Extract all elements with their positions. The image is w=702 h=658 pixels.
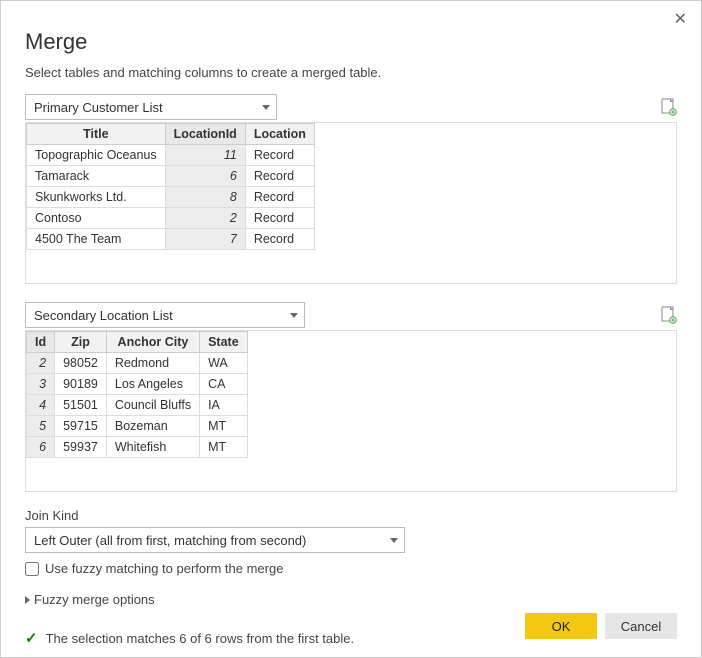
primary-table: Title LocationId Location Topographic Oc… — [26, 123, 315, 250]
cell: 8 — [165, 187, 245, 208]
cell: 98052 — [55, 353, 107, 374]
cell: 11 — [165, 145, 245, 166]
ok-button[interactable]: OK — [525, 613, 597, 639]
col-header-selected[interactable]: LocationId — [165, 124, 245, 145]
cell: Record — [245, 229, 314, 250]
cell: IA — [200, 395, 248, 416]
secondary-table-dropdown-label: Secondary Location List — [34, 308, 173, 323]
cell: Skunkworks Ltd. — [27, 187, 166, 208]
cell: Record — [245, 145, 314, 166]
check-icon: ✓ — [25, 629, 38, 647]
cell: Contoso — [27, 208, 166, 229]
cell: Record — [245, 208, 314, 229]
cell: 3 — [27, 374, 55, 395]
cell: 5 — [27, 416, 55, 437]
table-row[interactable]: Contoso 2 Record — [27, 208, 315, 229]
cell: 2 — [27, 353, 55, 374]
chevron-down-icon — [290, 313, 298, 318]
cell: Los Angeles — [106, 374, 199, 395]
cell: 7 — [165, 229, 245, 250]
secondary-table-dropdown[interactable]: Secondary Location List — [25, 302, 305, 328]
match-status-text: The selection matches 6 of 6 rows from t… — [46, 631, 355, 646]
table-row[interactable]: 4500 The Team 7 Record — [27, 229, 315, 250]
close-icon[interactable]: ✕ — [674, 9, 687, 29]
cell: 6 — [27, 437, 55, 458]
select-column-icon[interactable] — [661, 306, 677, 324]
cell: 4500 The Team — [27, 229, 166, 250]
secondary-table-preview: Id Zip Anchor City State 2 98052 Redmond… — [25, 330, 677, 492]
cell: WA — [200, 353, 248, 374]
fuzzy-options-label: Fuzzy merge options — [34, 592, 155, 607]
merge-dialog: ✕ Merge Select tables and matching colum… — [0, 0, 702, 658]
dialog-subtitle: Select tables and matching columns to cr… — [25, 65, 677, 80]
col-header[interactable]: State — [200, 332, 248, 353]
fuzzy-match-label: Use fuzzy matching to perform the merge — [45, 561, 283, 576]
join-kind-dropdown[interactable]: Left Outer (all from first, matching fro… — [25, 527, 405, 553]
col-header[interactable]: Title — [27, 124, 166, 145]
select-column-icon[interactable] — [661, 98, 677, 116]
cell: 51501 — [55, 395, 107, 416]
chevron-down-icon — [262, 105, 270, 110]
table-row[interactable]: 2 98052 Redmond WA — [27, 353, 248, 374]
table-row[interactable]: Skunkworks Ltd. 8 Record — [27, 187, 315, 208]
col-header[interactable]: Anchor City — [106, 332, 199, 353]
cell: CA — [200, 374, 248, 395]
primary-table-dropdown-label: Primary Customer List — [34, 100, 163, 115]
primary-table-preview: Title LocationId Location Topographic Oc… — [25, 122, 677, 284]
fuzzy-options-expander[interactable]: Fuzzy merge options — [25, 592, 677, 607]
fuzzy-match-checkbox[interactable] — [25, 562, 39, 576]
chevron-down-icon — [390, 538, 398, 543]
cell: MT — [200, 416, 248, 437]
table-row[interactable]: 5 59715 Bozeman MT — [27, 416, 248, 437]
cell: MT — [200, 437, 248, 458]
table-row[interactable]: Tamarack 6 Record — [27, 166, 315, 187]
cell: Record — [245, 187, 314, 208]
col-header[interactable]: Zip — [55, 332, 107, 353]
table-row[interactable]: 3 90189 Los Angeles CA — [27, 374, 248, 395]
cell: Redmond — [106, 353, 199, 374]
table-row[interactable]: Topographic Oceanus 11 Record — [27, 145, 315, 166]
col-header[interactable]: Location — [245, 124, 314, 145]
table-row[interactable]: 6 59937 Whitefish MT — [27, 437, 248, 458]
cell: Bozeman — [106, 416, 199, 437]
cell: 4 — [27, 395, 55, 416]
cancel-button[interactable]: Cancel — [605, 613, 677, 639]
dialog-title: Merge — [25, 29, 677, 55]
cell: 59937 — [55, 437, 107, 458]
col-header-selected[interactable]: Id — [27, 332, 55, 353]
cell: 2 — [165, 208, 245, 229]
secondary-table: Id Zip Anchor City State 2 98052 Redmond… — [26, 331, 248, 458]
table-row[interactable]: 4 51501 Council Bluffs IA — [27, 395, 248, 416]
cell: Record — [245, 166, 314, 187]
cell: Topographic Oceanus — [27, 145, 166, 166]
cell: 59715 — [55, 416, 107, 437]
join-kind-label: Join Kind — [25, 508, 677, 523]
primary-table-dropdown[interactable]: Primary Customer List — [25, 94, 277, 120]
cell: Council Bluffs — [106, 395, 199, 416]
chevron-right-icon — [25, 596, 30, 604]
cell: 90189 — [55, 374, 107, 395]
join-kind-dropdown-label: Left Outer (all from first, matching fro… — [34, 533, 306, 548]
cell: Tamarack — [27, 166, 166, 187]
cell: 6 — [165, 166, 245, 187]
cell: Whitefish — [106, 437, 199, 458]
